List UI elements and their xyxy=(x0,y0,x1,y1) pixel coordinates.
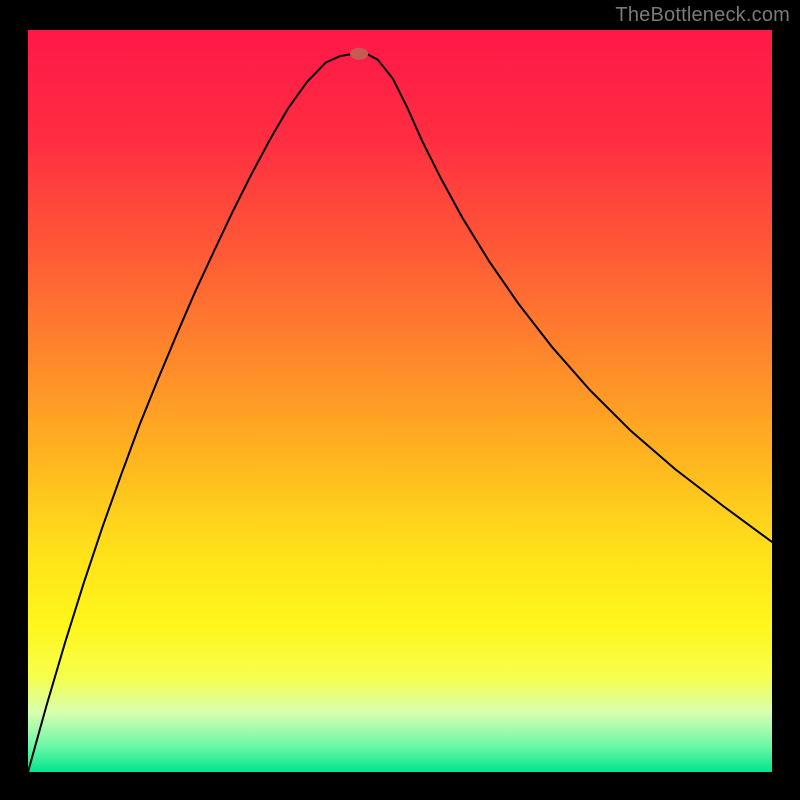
chart-frame: TheBottleneck.com xyxy=(0,0,800,800)
optimum-marker xyxy=(350,48,368,60)
bottleneck-chart xyxy=(0,0,800,800)
watermark-text: TheBottleneck.com xyxy=(615,4,790,27)
gradient-background xyxy=(28,30,772,772)
